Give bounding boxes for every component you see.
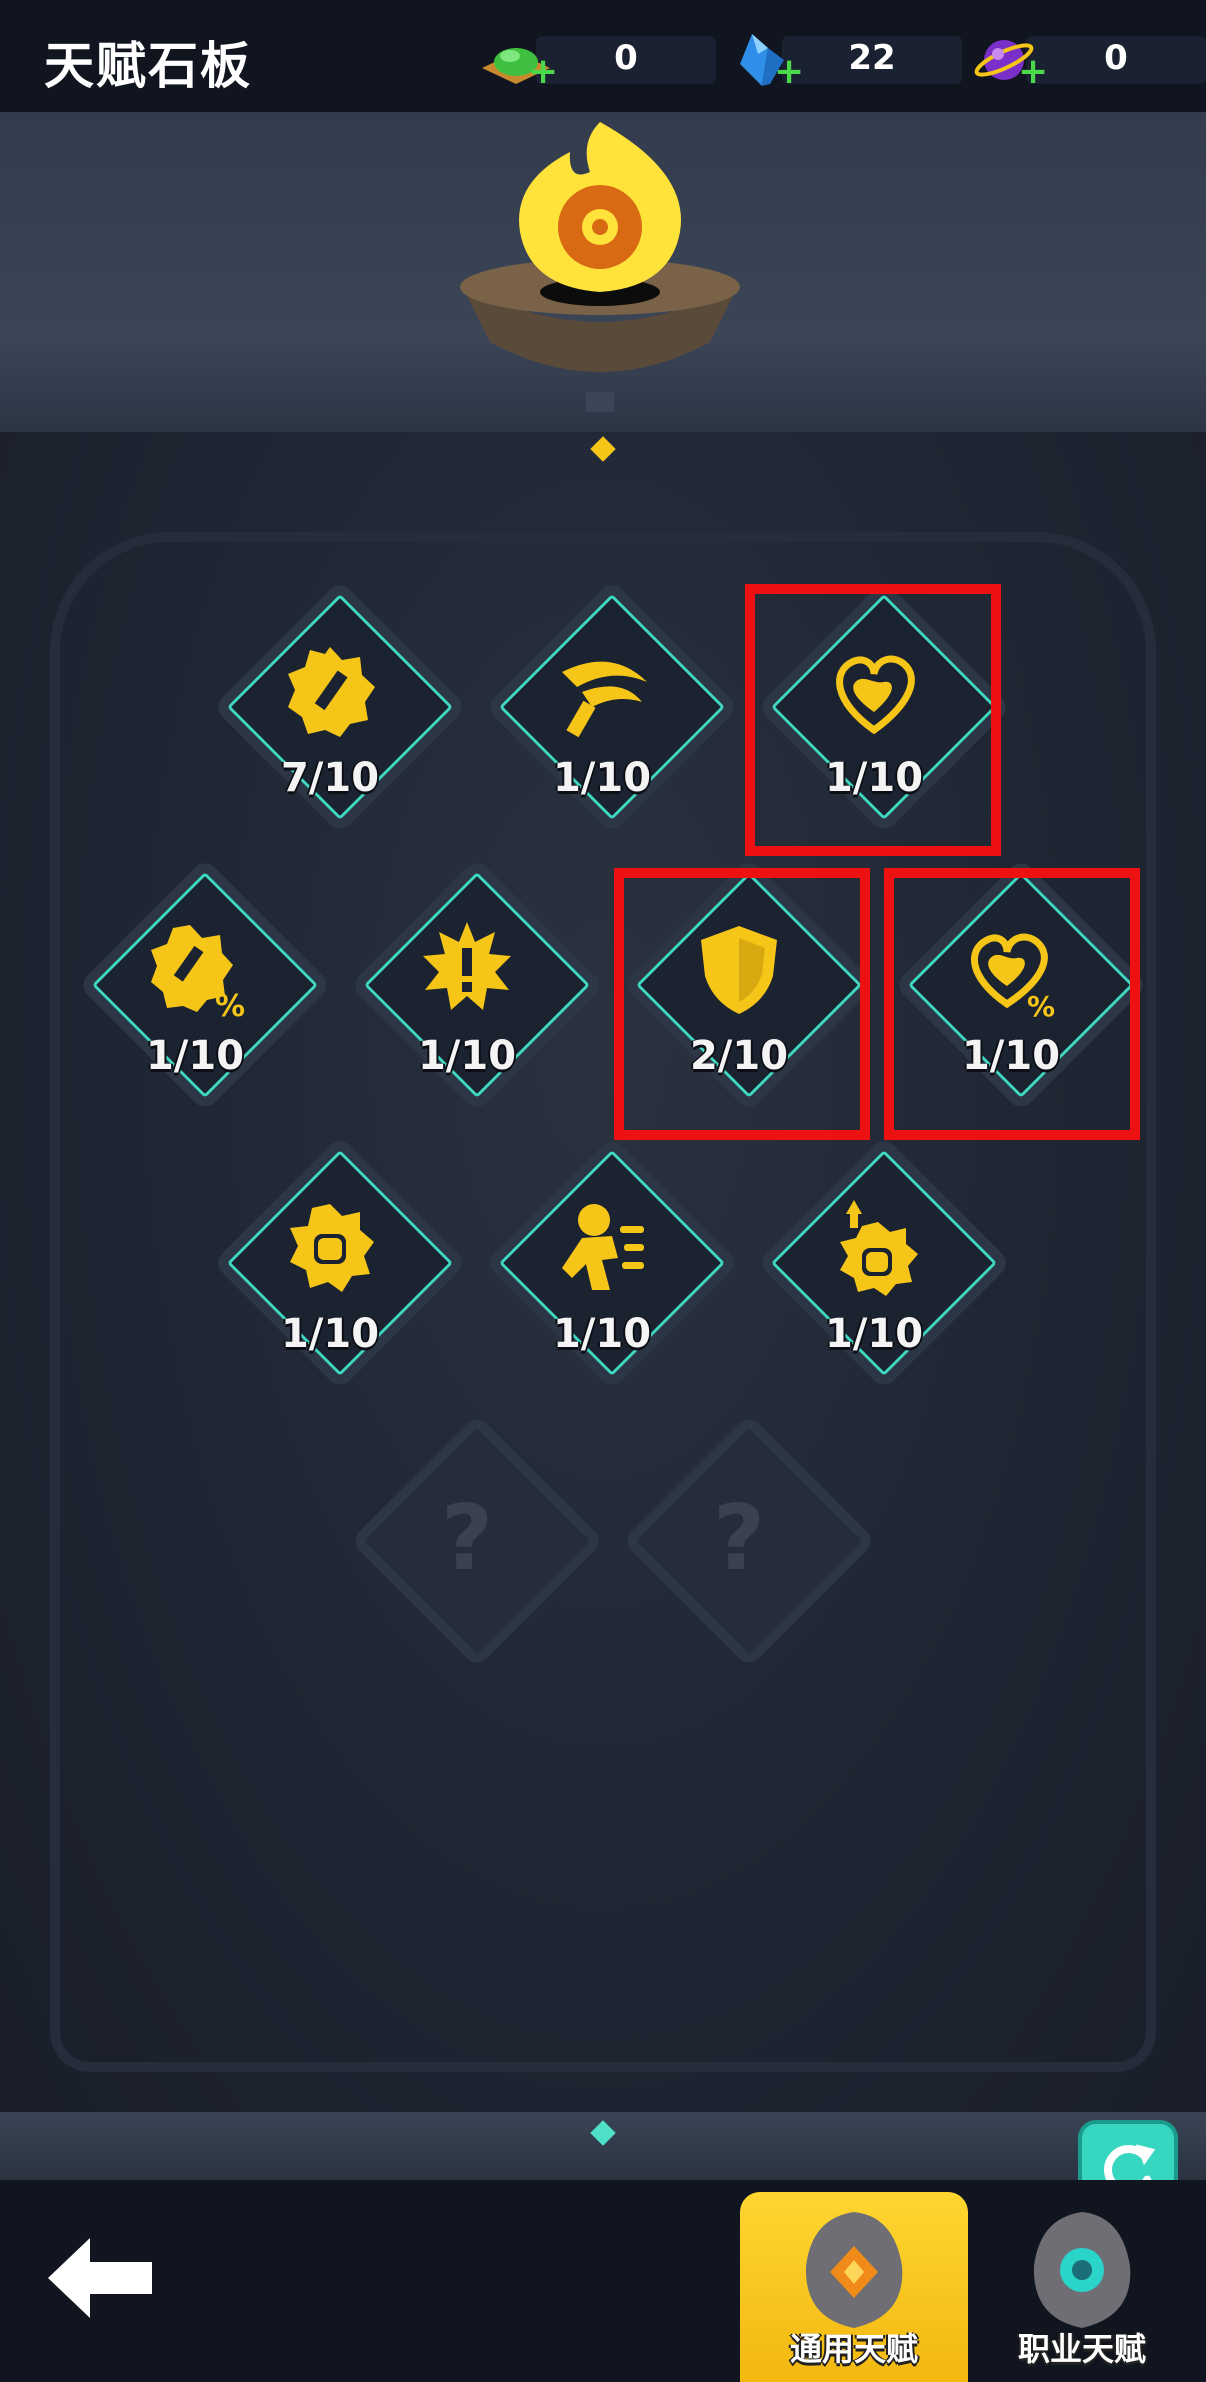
svg-text:%: % [215, 989, 245, 1020]
fist-crit-icon [840, 1200, 918, 1296]
general-talent-stone-icon [805, 2212, 903, 2328]
talent-node[interactable]: 1/10 [756, 1135, 1012, 1391]
highlight-box [745, 584, 1001, 856]
talent-level: 1/10 [145, 1033, 245, 1079]
sword-badge-percent-icon: % [151, 925, 245, 1020]
sword-badge-icon [288, 647, 375, 737]
talent-board: 7/10 1/10 1/10 % 1/10 1/10 2/10 % 1/10 1… [0, 112, 1206, 2220]
talent-level: 7/10 [280, 755, 380, 801]
highlight-box [884, 868, 1140, 1140]
locked-talent-node: ? [349, 1413, 605, 1669]
talent-node[interactable]: % 1/10 [77, 857, 333, 1113]
class-talent-stone-icon [1033, 2212, 1131, 2328]
talent-node[interactable]: 1/10 [484, 1135, 740, 1391]
highlight-box [614, 868, 870, 1140]
top-bar: 天赋石板 + 0 + 22 + 0 [0, 0, 1206, 112]
resource-blue-crystal[interactable]: + 22 [722, 30, 962, 90]
talent-node[interactable]: 1/10 [212, 1135, 468, 1391]
tab-general-talent[interactable]: 通用天赋 [740, 2192, 968, 2382]
locked-talent-node: ? [621, 1413, 877, 1669]
page-title: 天赋石板 [44, 37, 252, 95]
gold-gem-marker [590, 436, 616, 462]
talent-level: 1/10 [552, 755, 652, 801]
tab-label: 通用天赋 [789, 2330, 918, 2368]
tab-class-talent[interactable]: 职业天赋 [968, 2192, 1196, 2382]
resource-green-ore[interactable]: + 0 [476, 30, 716, 90]
fist-icon [290, 1204, 374, 1292]
back-arrow-icon[interactable] [40, 2228, 160, 2328]
talent-level: 1/10 [824, 1311, 924, 1357]
question-mark-icon: ? [440, 1486, 494, 1591]
resource-purple-orb[interactable]: + 0 [966, 30, 1206, 90]
talent-level: 1/10 [280, 1311, 380, 1357]
talent-node[interactable]: 1/10 [484, 579, 740, 835]
talent-node[interactable]: 7/10 [212, 579, 468, 835]
running-figure-icon [562, 1204, 644, 1290]
question-mark-icon: ? [712, 1486, 766, 1591]
resource-value: 22 [848, 38, 896, 78]
crit-burst-icon [423, 922, 511, 1010]
resource-value: 0 [1104, 38, 1128, 78]
talent-node[interactable]: 1/10 [349, 857, 605, 1113]
talent-level: 1/10 [417, 1033, 517, 1079]
brazier-flame-icon [460, 122, 740, 412]
bottom-nav-bar: 通用天赋 职业天赋 [0, 2180, 1206, 2382]
slash-blade-icon [562, 661, 647, 738]
talent-level: 1/10 [552, 1311, 652, 1357]
tab-label: 职业天赋 [1017, 2330, 1146, 2368]
resource-value: 0 [614, 38, 638, 78]
